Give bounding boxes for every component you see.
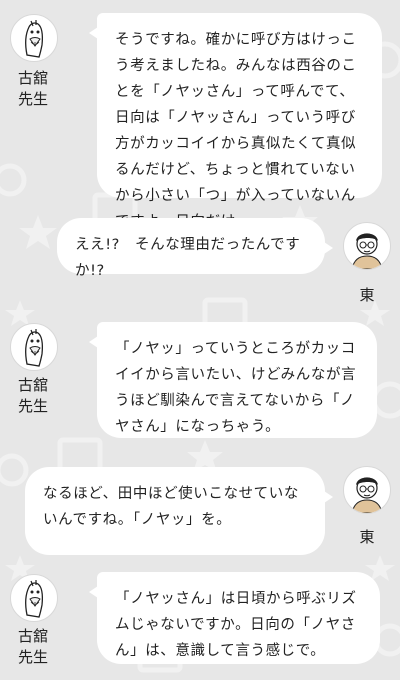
message-bubble: 「ノヤッさん」は日頃から呼ぶリズムじゃないですか。日向の「ノヤさん」は、意識して…	[89, 572, 380, 664]
ball-icon	[0, 163, 27, 197]
speaker-name: 古舘 先生	[17, 376, 48, 415]
message-text: 「ノヤッ」っていうところがカッコイイから言いたい、けどみんなが言うほど馴染んで言…	[115, 341, 357, 435]
speaker-name: 東	[359, 528, 375, 546]
message-bubble: 「ノヤッ」っていうところがカッコイイから言いたい、けどみんなが言うほど馴染んで言…	[89, 322, 377, 438]
avatar	[343, 222, 391, 270]
message-bubble: ええ!? そんな理由だったんですか!?	[57, 218, 333, 279]
bird-mascot-icon	[25, 580, 44, 618]
avatar	[10, 574, 58, 622]
man-glasses-icon	[351, 233, 383, 269]
bird-mascot-icon	[25, 20, 44, 58]
avatar	[10, 14, 58, 62]
ball-icon	[0, 453, 29, 487]
speaker-name: 東	[359, 286, 375, 304]
star-icon	[5, 300, 35, 326]
bird-mascot-icon	[25, 329, 44, 367]
star-icon	[19, 215, 57, 249]
speaker-name: 古舘 先生	[17, 627, 48, 666]
message-text: なるほど、田中ほど使いこなせていないんですね。「ノヤッ」を。	[43, 486, 299, 528]
speaker-name: 古舘 先生	[17, 69, 48, 108]
message-bubble: なるほど、田中ほど使いこなせていないんですね。「ノヤッ」を。	[25, 467, 333, 555]
message-text: そうですね。確かに呼び方はけっこう考えましたね。みんなは西谷のことを「ノヤッさん…	[115, 32, 357, 230]
book-icon	[57, 437, 103, 473]
avatar	[343, 466, 391, 514]
ball-icon	[371, 381, 400, 419]
message-bubble: そうですね。確かに呼び方はけっこう考えましたね。みんなは西谷のことを「ノヤッさん…	[89, 13, 382, 230]
message-text: ええ!? そんな理由だったんですか!?	[75, 237, 301, 279]
avatar	[10, 323, 58, 371]
man-glasses-icon	[351, 477, 383, 513]
message-text: 「ノヤッさん」は日頃から呼ぶリズムじゃないですか。日向の「ノヤさん」は、意識して…	[115, 591, 357, 659]
